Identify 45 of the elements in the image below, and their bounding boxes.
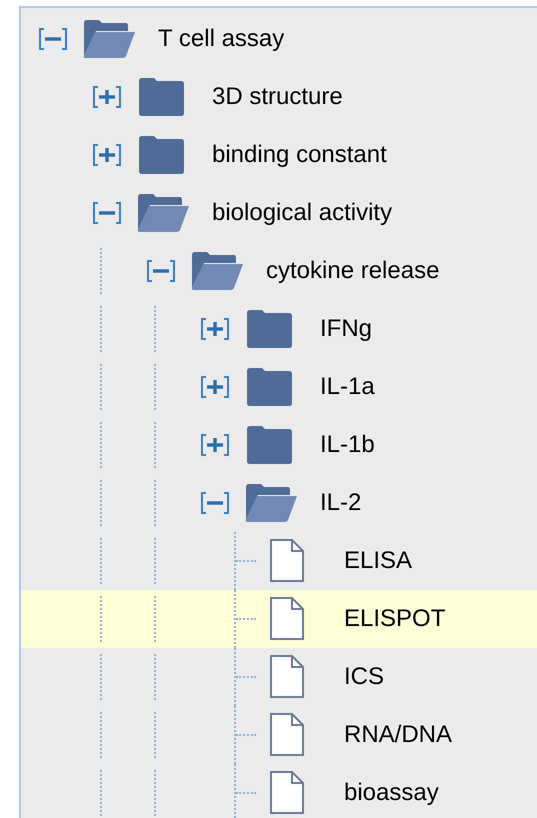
tree-row[interactable]: biological activity (21, 184, 537, 242)
collapse-icon[interactable] (38, 27, 68, 51)
node-label: IFNg (320, 314, 372, 344)
expand-icon[interactable] (92, 143, 122, 167)
collapse-icon[interactable] (146, 259, 176, 283)
node-label: ELISPOT (344, 604, 446, 634)
tree-row[interactable]: IL-1b (21, 416, 537, 474)
document-icon (268, 713, 306, 757)
open-folder-icon (244, 483, 298, 523)
collapse-icon[interactable] (92, 201, 122, 225)
tree-row[interactable]: ELISPOT (21, 590, 537, 648)
tree-row[interactable]: cytokine release (21, 242, 537, 300)
expand-icon[interactable] (92, 85, 122, 109)
tree-row[interactable]: T cell assay (21, 10, 537, 68)
node-label: ELISA (344, 546, 412, 576)
node-label: binding constant (212, 140, 387, 170)
expand-icon[interactable] (200, 433, 230, 457)
open-folder-icon (82, 19, 136, 59)
node-label: cytokine release (266, 256, 440, 286)
collapse-icon[interactable] (200, 491, 230, 515)
expand-icon[interactable] (200, 317, 230, 341)
document-icon (268, 655, 306, 699)
open-folder-icon (136, 193, 190, 233)
node-label: IL-1b (320, 430, 375, 460)
document-icon (268, 771, 306, 815)
tree-row[interactable]: ICS (21, 648, 537, 706)
tree-row[interactable]: RNA/DNA (21, 706, 537, 764)
node-label: biological activity (212, 198, 392, 228)
node-label: T cell assay (158, 24, 284, 54)
tree-row[interactable]: bioassay (21, 764, 537, 818)
open-folder-icon (190, 251, 244, 291)
tree-row[interactable]: IL-2 (21, 474, 537, 532)
document-icon (268, 539, 306, 583)
tree-row[interactable]: 3D structure (21, 68, 537, 126)
node-label: bioassay (344, 778, 439, 808)
node-label: ICS (344, 662, 384, 692)
expand-icon[interactable] (200, 375, 230, 399)
node-label: 3D structure (212, 82, 343, 112)
tree-row[interactable]: binding constant (21, 126, 537, 184)
node-label: RNA/DNA (344, 720, 452, 750)
document-icon (268, 597, 306, 641)
node-label: IL-2 (320, 488, 362, 518)
tree-row[interactable]: IFNg (21, 300, 537, 358)
node-label: IL-1a (320, 372, 375, 402)
tree-row[interactable]: IL-1a (21, 358, 537, 416)
